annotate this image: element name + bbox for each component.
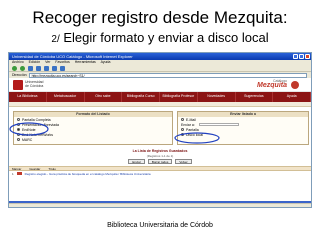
status-bar — [9, 203, 311, 207]
format-option-label: MARC — [22, 137, 33, 142]
radio-icon[interactable] — [17, 138, 20, 141]
menu-archivo[interactable]: Archivo — [12, 60, 24, 64]
menu-herramientas[interactable]: Herramientas — [75, 60, 96, 64]
window-controls — [293, 54, 310, 59]
nav-bib-profesor[interactable]: Bibliografía Profesor — [160, 92, 198, 102]
university-name: Universidad de Córdoba — [25, 80, 43, 88]
nav-biblioteca[interactable]: La Biblioteca — [9, 92, 47, 102]
table-row[interactable]: 1 Registro elegido - Guía práctica de bú… — [9, 171, 311, 176]
nav-novedades[interactable]: Novedades — [198, 92, 236, 102]
menu-favoritos[interactable]: Favoritos — [55, 60, 69, 64]
row-title-link[interactable]: Registro elegido - Guía práctica de búsq… — [25, 172, 151, 176]
browser-screenshot: Universidad de Córdoba UCO Catálogo - Mi… — [8, 52, 312, 208]
window-titlebar: Universidad de Córdoba UCO Catálogo - Mi… — [9, 53, 311, 60]
record-icon — [16, 172, 22, 175]
search-icon[interactable] — [52, 65, 57, 71]
nav-sugerencias[interactable]: Sugerencias — [236, 92, 274, 102]
minimize-button[interactable] — [293, 54, 298, 59]
brand-icon — [291, 81, 299, 89]
favorites-icon[interactable] — [60, 65, 65, 71]
format-option-label: End-Note/RefWorks — [22, 132, 54, 137]
site-nav: La Biblioteca Metabuscador Otro sabe Bib… — [9, 92, 311, 102]
send-button[interactable]: Enviar — [128, 158, 145, 164]
university-logo — [13, 80, 23, 90]
back-button[interactable]: Volver — [175, 158, 192, 164]
slide: Recoger registro desde Mezquita: 2/ Eleg… — [0, 0, 320, 240]
radio-icon[interactable] — [181, 118, 184, 121]
radio-icon[interactable] — [17, 123, 20, 126]
col-guardar: Guardar — [29, 167, 41, 171]
format-option-label: Presentación Abreviada — [22, 122, 59, 127]
options-panels: Formato del Listado Pantalla Completa Pr… — [9, 107, 311, 149]
radio-icon[interactable] — [17, 133, 20, 136]
format-panel: Formato del Listado Pantalla Completa Pr… — [13, 111, 173, 145]
nav-ayuda[interactable]: Ayuda — [273, 92, 311, 102]
clear-all-button[interactable]: Borrar todos — [147, 158, 173, 164]
send-disk-option[interactable]: Disco local — [178, 132, 308, 137]
radio-icon[interactable] — [17, 118, 20, 121]
send-disk-label: Disco local — [186, 132, 203, 137]
close-button[interactable] — [305, 54, 310, 59]
radio-selected-icon[interactable] — [181, 133, 184, 136]
forward-icon[interactable] — [20, 65, 25, 71]
maximize-button[interactable] — [299, 54, 304, 59]
radio-selected-icon[interactable] — [17, 128, 20, 131]
slide-title: Recoger registro desde Mezquita: — [32, 8, 288, 27]
format-option-label: Pantalla Completa — [22, 117, 51, 122]
nav-otro[interactable]: Otro sabe — [85, 92, 123, 102]
slide-footer: Biblioteca Universitaria de Córdob — [107, 222, 213, 229]
nav-metabuscador[interactable]: Metabuscador — [47, 92, 85, 102]
back-icon[interactable] — [12, 65, 17, 71]
step-number: 2/ — [51, 34, 60, 45]
menu-ayuda[interactable]: Ayuda — [101, 60, 111, 64]
browser-toolbar — [9, 65, 311, 72]
send-email-label: E-Mail — [186, 117, 196, 122]
stop-icon[interactable] — [28, 65, 33, 71]
site-header: Universidad de Córdoba Catálogo Mezquita — [9, 78, 311, 92]
brand-mezquita: Mezquita — [257, 82, 287, 89]
address-label: Dirección — [12, 73, 27, 77]
refresh-icon[interactable] — [36, 65, 41, 71]
nav-bib-curso[interactable]: Bibliografía Curso — [122, 92, 160, 102]
send-to-label: Enviar a: — [181, 122, 195, 127]
university-line2: de Córdoba — [25, 84, 44, 88]
row-number: 1 — [12, 171, 14, 176]
send-to-input[interactable] — [198, 123, 239, 126]
home-icon[interactable] — [44, 65, 49, 71]
address-input[interactable]: http://mezquita.uco.es/search~S1/ — [28, 72, 307, 78]
results-buttons: Enviar Borrar todos Volver — [9, 158, 311, 164]
send-screen-label: Pantalla — [186, 127, 199, 132]
step-text: Elegir formato y enviar a disco local — [59, 30, 269, 45]
format-option[interactable]: MARC — [14, 137, 172, 142]
slide-subtitle: 2/ Elegir formato y enviar a disco local — [0, 30, 320, 45]
radio-icon[interactable] — [181, 128, 184, 131]
col-marcar: Marcar — [12, 167, 22, 171]
menu-edicion[interactable]: Edición — [29, 60, 40, 64]
send-panel: Enviar listado a E-Mail Enviar a: Pantal… — [177, 111, 309, 145]
menu-ver[interactable]: Ver — [45, 60, 50, 64]
col-titulo: Título — [48, 167, 56, 171]
format-option-label: EndNote — [22, 127, 36, 132]
window-title: Universidad de Córdoba UCO Catálogo - Mi… — [12, 54, 133, 59]
